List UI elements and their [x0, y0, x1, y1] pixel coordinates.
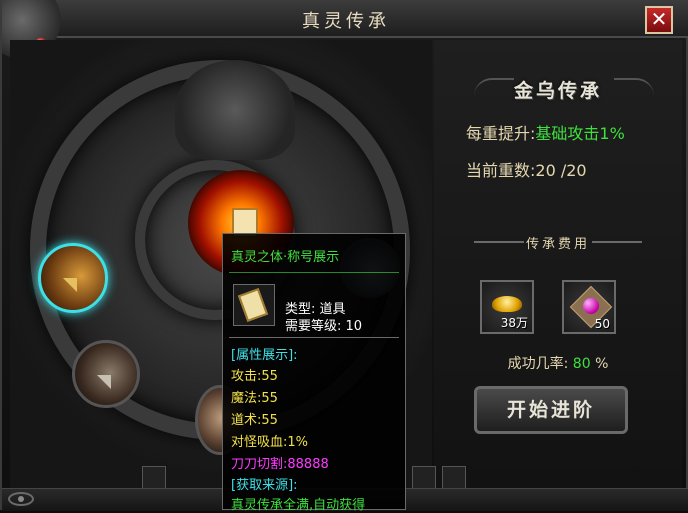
bonus-stat: 每重提升:基础攻击1% — [466, 120, 625, 144]
cost-title: 传承费用 — [434, 233, 682, 252]
tooltip-source-header: [获取来源]: — [231, 478, 298, 493]
tooltip-level: 需要等级: 10 — [285, 319, 363, 334]
bonus-value: 基础攻击1% — [535, 124, 625, 143]
cost-slot-gem[interactable]: 50 — [562, 280, 616, 334]
bonus-label: 每重提升: — [466, 124, 536, 143]
strip-slot — [412, 466, 436, 490]
heritage-name: 金乌传承 — [513, 80, 602, 102]
tooltip-attr: 对怪吸血:1% — [231, 435, 309, 450]
success-label: 成功几率: — [507, 356, 569, 372]
tooltip-divider — [229, 337, 399, 338]
tooltip-attr-header: [属性展示]: — [231, 348, 298, 363]
cost-slot-gold[interactable]: 38万 — [480, 280, 534, 334]
tooltip-attr: 道术:55 — [231, 413, 278, 428]
strip-slot — [142, 466, 166, 490]
dragon-head-icon — [175, 60, 295, 160]
level-stat: 当前重数:20 /20 — [466, 157, 587, 181]
strip-slot — [442, 466, 466, 490]
tooltip-attr: 攻击:55 — [231, 369, 278, 384]
gem-qty: 50 — [594, 317, 610, 331]
success-rate: 成功几率: 80 % — [434, 353, 682, 373]
level-value: 20 /20 — [535, 161, 587, 180]
golden-eagle-icon[interactable] — [38, 243, 108, 313]
gold-qty: 38万 — [500, 316, 528, 330]
heritage-window: 真灵传承 ✕ 金乌传承 每重提升:基础攻击1% 当前重数:20 /20 传承费用… — [0, 0, 688, 513]
gem-orb-icon — [583, 298, 599, 314]
heritage-info-panel: 金乌传承 每重提升:基础攻击1% 当前重数:20 /20 传承费用 38万 50… — [434, 40, 682, 488]
window-title: 真灵传承 — [302, 11, 390, 32]
eye-icon[interactable] — [8, 492, 34, 506]
tooltip-title: 真灵之体·称号展示 — [231, 250, 340, 265]
item-tooltip: 真灵之体·称号展示 类型: 道具 需要等级: 10 [属性展示]: 攻击:55 … — [222, 233, 406, 513]
level-label: 当前重数: — [466, 161, 536, 180]
start-advance-button[interactable]: 开始进阶 — [474, 386, 628, 434]
close-button[interactable]: ✕ — [645, 6, 673, 34]
tooltip-source-text: 真灵传承全满,自动获得 — [231, 498, 366, 513]
dark-eagle-icon[interactable] — [72, 340, 140, 408]
title-bar: 真灵传承 ✕ — [2, 0, 688, 60]
success-unit: % — [595, 356, 609, 372]
scroll-icon — [233, 284, 275, 326]
tooltip-attr: 魔法:55 — [231, 391, 278, 406]
success-value: 80 — [572, 356, 591, 372]
tooltip-special: 刀刀切割:88888 — [231, 457, 329, 472]
tooltip-divider — [229, 272, 399, 273]
gold-ingot-icon — [492, 296, 522, 312]
